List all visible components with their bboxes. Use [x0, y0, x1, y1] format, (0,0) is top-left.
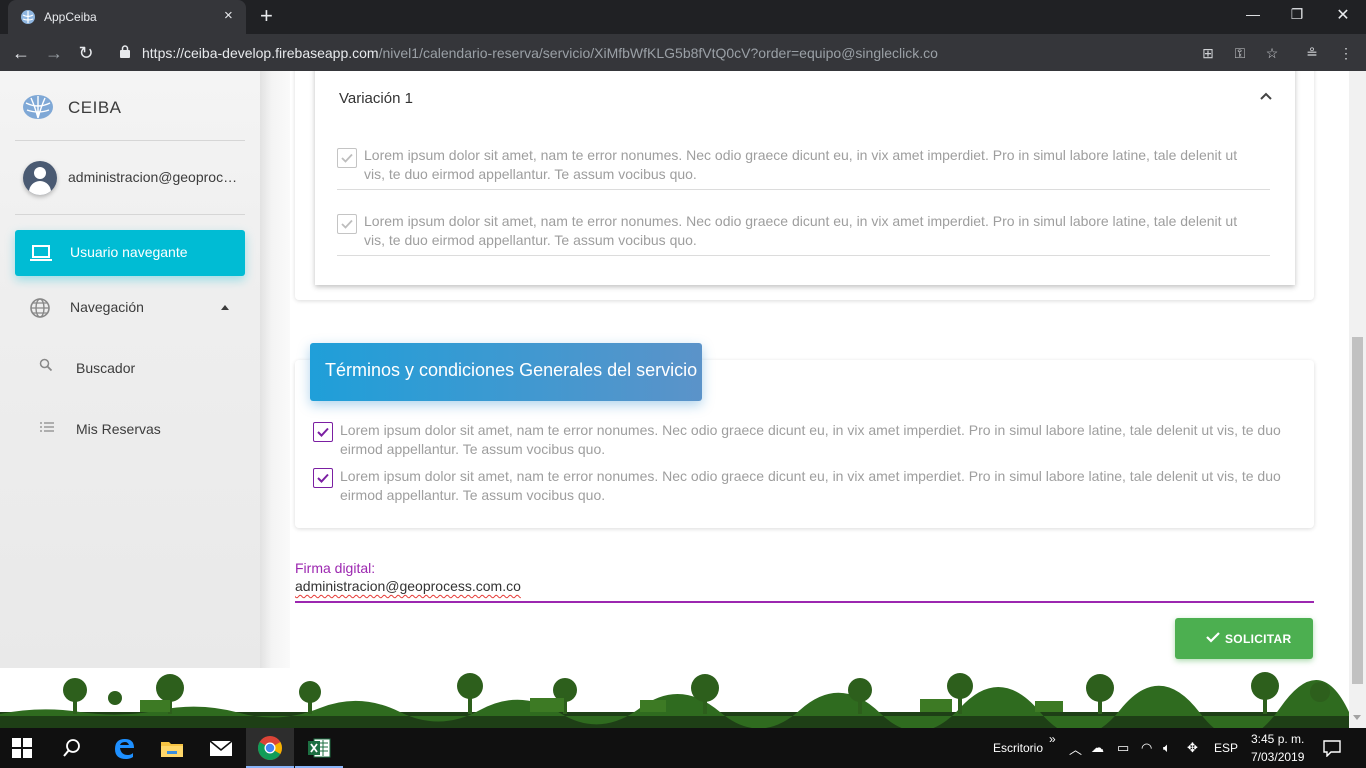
action-center-icon[interactable]: [1323, 739, 1341, 757]
variation-panel: Variación 1 Lorem ipsum dolor sit amet, …: [315, 71, 1295, 285]
sidebar-item-usuario-navegante[interactable]: Usuario navegante: [15, 230, 245, 276]
solicitar-label: SOLICITAR: [1225, 632, 1292, 646]
sidebar-divider: [15, 214, 245, 215]
globe-icon: [30, 298, 50, 318]
lock-icon: [120, 45, 130, 58]
list-icon: [40, 422, 54, 432]
volume-icon[interactable]: 🔈︎: [1163, 740, 1171, 756]
windows-start-icon[interactable]: [12, 738, 32, 758]
check-icon: [341, 219, 353, 229]
wifi-icon[interactable]: ◠: [1141, 740, 1152, 756]
variation-item-text: Lorem ipsum dolor sit amet, nam te error…: [364, 213, 1238, 248]
check-icon: [317, 427, 329, 437]
sidebar: CEIBA administracion@geoprocess.com.co U…: [0, 71, 260, 668]
terms-header: Términos y condiciones Generales del ser…: [310, 343, 702, 401]
list-item: Lorem ipsum dolor sit amet, nam te error…: [337, 146, 1270, 190]
sidebar-shadow: [260, 71, 290, 668]
address-bar[interactable]: https://ceiba-develop.firebaseapp.com/ni…: [142, 45, 938, 61]
windows-taskbar: Escritorio » ︿ ☁ ▭ ◠ 🔈︎ ✥ ESP 3:45 p. m.…: [0, 728, 1366, 768]
sidebar-item-mis-reservas[interactable]: Mis Reservas: [15, 409, 245, 449]
menu-kebab-icon[interactable]: ⋮: [1336, 43, 1356, 63]
browser-tab[interactable]: AppCeiba ×: [8, 0, 246, 34]
checkbox-checked-disabled[interactable]: [337, 148, 357, 168]
terms-title: Términos y condiciones Generales del ser…: [325, 360, 698, 380]
forest-footer-illustration: [0, 672, 1349, 728]
list-item: Lorem ipsum dolor sit amet, nam te error…: [337, 212, 1270, 256]
check-icon: [341, 153, 353, 163]
browser-tabbar: AppCeiba × + — ❐ ✕: [0, 0, 1366, 34]
user-email[interactable]: administracion@geoprocess.com.co: [68, 169, 244, 185]
battery-icon[interactable]: ▭: [1117, 740, 1129, 756]
extension-icon[interactable]: ≗: [1302, 43, 1322, 63]
terms-checkbox[interactable]: [313, 468, 333, 488]
sidebar-item-label: Buscador: [76, 360, 136, 376]
sidebar-item-label: Navegación: [70, 299, 144, 315]
sidebar-divider: [15, 140, 245, 141]
new-tab-icon[interactable]: +: [260, 5, 273, 27]
chevron-up-icon[interactable]: [1259, 89, 1273, 103]
key-icon[interactable]: ⚿: [1230, 43, 1250, 63]
terms-item-text: Lorem ipsum dolor sit amet, nam te error…: [340, 422, 1281, 457]
sidebar-item-label: Mis Reservas: [76, 421, 161, 437]
scrollbar-thumb[interactable]: [1352, 337, 1363, 684]
terms-checkbox[interactable]: [313, 422, 333, 442]
url-path: /nivel1/calendario-reserva/servicio/XiMf…: [378, 45, 938, 61]
toolbar-overflow-icon[interactable]: »: [1049, 732, 1056, 746]
solicitar-button[interactable]: SOLICITAR: [1175, 618, 1313, 659]
variation-item-text: Lorem ipsum dolor sit amet, nam te error…: [364, 147, 1238, 182]
signature-field[interactable]: administracion@geoprocess.com.co: [295, 578, 521, 594]
mail-icon[interactable]: [207, 734, 235, 762]
check-icon: [317, 473, 329, 483]
url-host: https://ceiba-develop.firebaseapp.com: [142, 45, 379, 61]
dropbox-icon[interactable]: ✥: [1187, 740, 1198, 756]
back-icon[interactable]: ←: [10, 42, 32, 64]
restore-icon[interactable]: ❐: [1282, 6, 1312, 23]
search-icon: [39, 358, 53, 372]
onedrive-cloud-icon[interactable]: ☁: [1091, 740, 1104, 756]
show-hidden-icons-icon[interactable]: ︿: [1069, 739, 1082, 758]
avatar[interactable]: [23, 161, 57, 195]
clock-date[interactable]: 7/03/2019: [1251, 750, 1304, 764]
tab-close-icon[interactable]: ×: [224, 8, 233, 24]
brand-name: CEIBA: [68, 98, 122, 117]
file-explorer-icon[interactable]: [158, 734, 186, 762]
ceiba-favicon-icon: [21, 10, 35, 24]
variation-title[interactable]: Variación 1: [339, 90, 413, 107]
sidebar-item-buscador[interactable]: Buscador: [15, 348, 245, 388]
checkbox-checked-disabled[interactable]: [337, 214, 357, 234]
chrome-icon[interactable]: [256, 734, 284, 762]
page: CEIBA administracion@geoprocess.com.co U…: [0, 71, 1366, 728]
search-icon[interactable]: [62, 738, 82, 758]
excel-icon[interactable]: [305, 734, 333, 762]
forward-icon[interactable]: →: [43, 42, 65, 64]
ceiba-logo-icon: [23, 95, 53, 119]
signature-underline: [295, 601, 1314, 603]
clock-time[interactable]: 3:45 p. m.: [1251, 732, 1304, 746]
close-window-icon[interactable]: ✕: [1328, 5, 1358, 25]
signature-label: Firma digital:: [295, 560, 376, 576]
scroll-down-icon[interactable]: [1353, 715, 1361, 720]
terms-item-text: Lorem ipsum dolor sit amet, nam te error…: [340, 468, 1281, 503]
laptop-icon: [30, 245, 52, 261]
language-indicator[interactable]: ESP: [1214, 741, 1238, 755]
edge-icon[interactable]: [110, 734, 138, 762]
translate-icon[interactable]: ⊞: [1198, 43, 1218, 63]
sidebar-item-navegacion[interactable]: Navegación: [15, 287, 245, 327]
minimize-icon[interactable]: —: [1238, 6, 1268, 22]
sidebar-item-label: Usuario navegante: [70, 244, 188, 260]
bookmark-star-icon[interactable]: ☆: [1262, 43, 1282, 63]
caret-up-icon[interactable]: [221, 305, 229, 310]
tab-title: AppCeiba: [44, 10, 97, 24]
check-icon: [1206, 632, 1220, 643]
desktop-toolbar-label[interactable]: Escritorio: [993, 741, 1043, 755]
browser-toolbar: ← → ↻ https://ceiba-develop.firebaseapp.…: [0, 34, 1366, 71]
reload-icon[interactable]: ↻: [75, 42, 97, 64]
